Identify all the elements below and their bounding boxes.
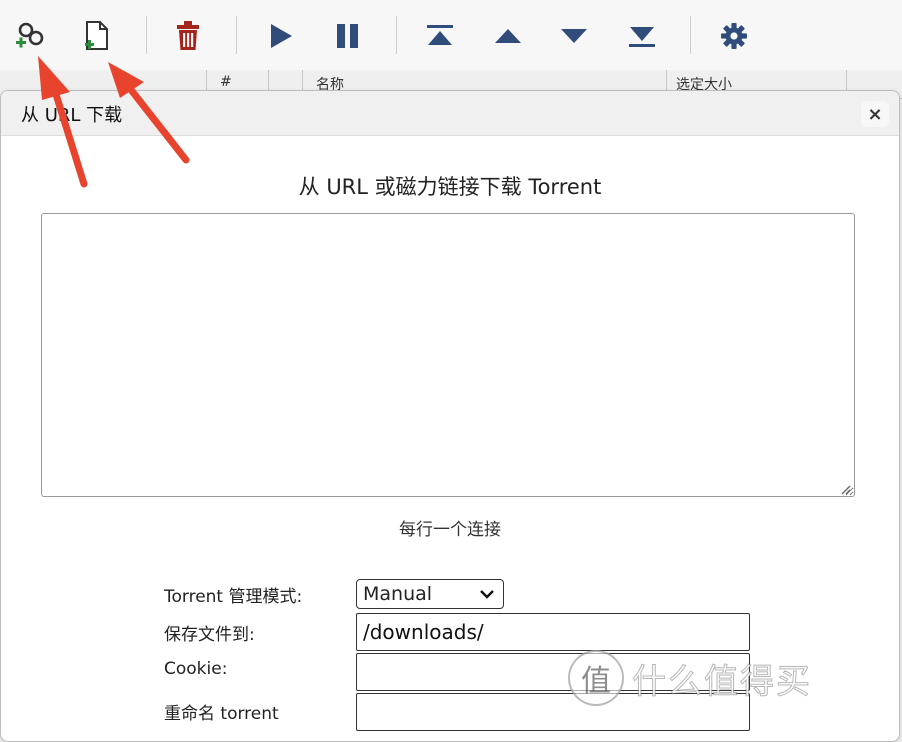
toolbar — [0, 0, 902, 71]
move-top-button[interactable] — [420, 14, 460, 58]
resume-button[interactable] — [260, 14, 300, 58]
play-icon — [271, 24, 292, 48]
delete-button[interactable] — [168, 14, 208, 58]
management-mode-select[interactable]: Manual — [356, 579, 504, 609]
gear-icon — [721, 23, 747, 49]
pause-icon — [337, 24, 358, 48]
add-torrent-file-button[interactable] — [76, 14, 116, 58]
management-mode-value: Manual — [363, 583, 433, 605]
add-link-icon — [16, 22, 44, 48]
toolbar-separator — [146, 16, 147, 54]
watermark-badge: 值 — [568, 650, 624, 706]
move-bottom-icon — [629, 27, 655, 47]
cookie-label: Cookie: — [164, 659, 228, 679]
toolbar-separator — [236, 16, 237, 54]
save-path-label: 保存文件到: — [164, 625, 255, 645]
chevron-down-icon — [480, 590, 494, 599]
add-torrent-link-button[interactable] — [10, 14, 50, 58]
rename-label: 重命名 torrent — [164, 704, 279, 724]
download-from-url-dialog: 从 URL 下载 × 从 URL 或磁力链接下载 Torrent 每行一个连接 … — [0, 90, 900, 742]
pause-button[interactable] — [328, 14, 368, 58]
close-icon: × — [867, 103, 883, 125]
move-bottom-button[interactable] — [622, 14, 662, 58]
resize-grip-icon[interactable] — [839, 483, 851, 495]
url-input[interactable] — [41, 213, 855, 497]
move-down-button[interactable] — [554, 14, 594, 58]
move-up-button[interactable] — [488, 14, 528, 58]
dialog-title: 从 URL 下载 — [21, 105, 123, 126]
move-up-icon — [495, 29, 521, 43]
add-file-icon — [85, 21, 108, 50]
move-top-icon — [427, 25, 453, 45]
options-button[interactable] — [714, 14, 754, 58]
watermark: 值 什么值得买 — [568, 650, 812, 706]
save-path-input[interactable]: /downloads/ — [356, 613, 750, 651]
trash-icon — [177, 21, 199, 50]
toolbar-separator — [396, 16, 397, 54]
column-header-index[interactable]: # — [220, 74, 232, 90]
dialog-titlebar[interactable]: 从 URL 下载 × — [1, 91, 899, 136]
watermark-text: 什么值得买 — [632, 661, 812, 702]
toolbar-separator — [690, 16, 691, 54]
url-hint: 每行一个连接 — [399, 520, 501, 540]
management-mode-label: Torrent 管理模式: — [164, 587, 303, 607]
move-down-icon — [561, 29, 587, 43]
dialog-heading: 从 URL 或磁力链接下载 Torrent — [298, 175, 602, 199]
close-button[interactable]: × — [861, 101, 889, 127]
